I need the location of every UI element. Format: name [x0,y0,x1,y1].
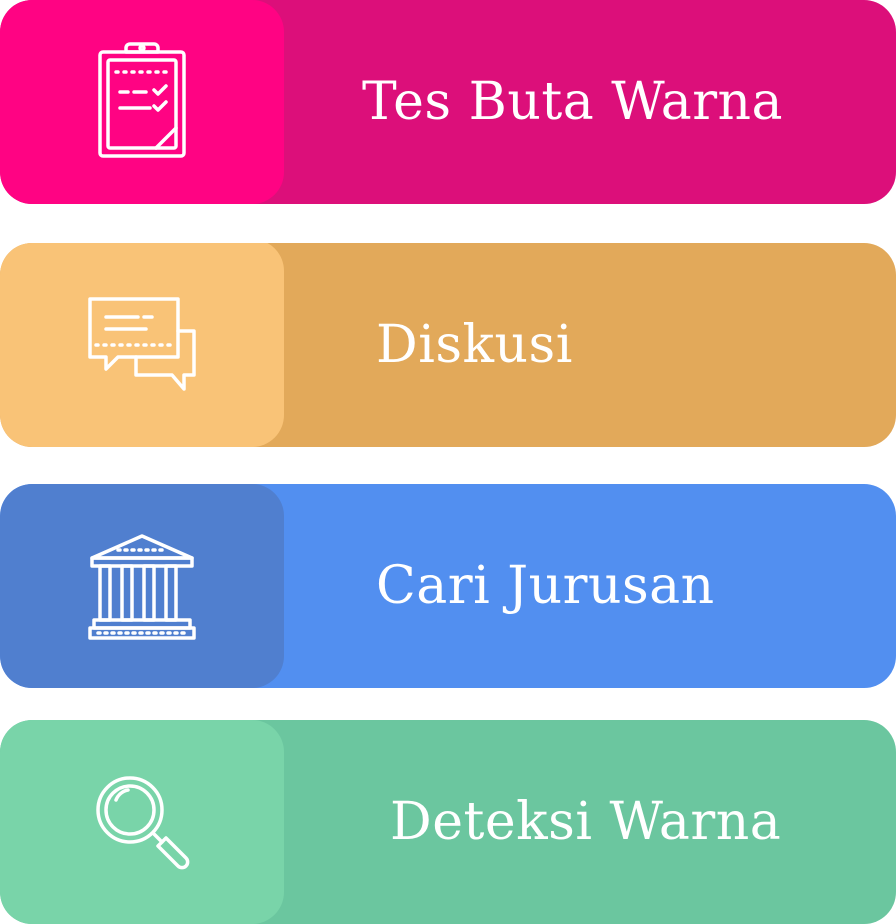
menu-item-icon-panel [0,720,284,924]
menu-item-label: Diskusi [376,315,573,375]
magnifier-icon [92,772,192,872]
menu-item-cari-jurusan[interactable]: Cari Jurusan [0,484,896,688]
menu-item-icon-panel [0,484,284,688]
menu-item-icon-panel [0,0,284,204]
menu-item-label: Deteksi Warna [390,792,782,852]
menu-item-label: Cari Jurusan [376,556,715,616]
menu-item-deteksi-warna[interactable]: Deteksi Warna [0,720,896,924]
menu-item-label: Tes Buta Warna [362,72,784,132]
menu-item-icon-panel [0,243,284,447]
chat-bubbles-icon [84,293,200,393]
menu-item-tes-buta-warna[interactable]: Tes Buta Warna [0,0,896,204]
clipboard-checklist-icon [92,42,192,162]
menu-item-diskusi[interactable]: Diskusi [0,243,896,447]
university-building-icon [86,530,198,642]
